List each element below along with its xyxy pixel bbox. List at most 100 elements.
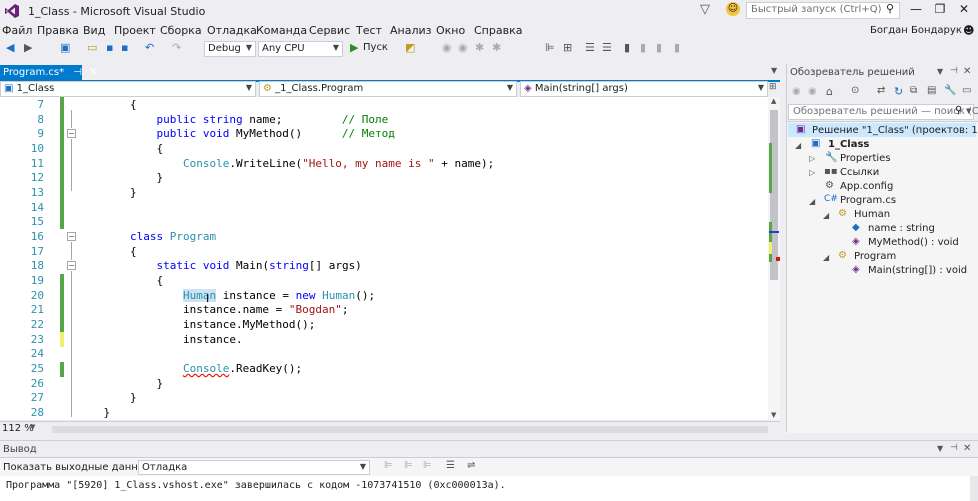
expanded-arrow-icon[interactable]: ◢ <box>809 197 815 206</box>
panel-pin-icon[interactable]: ⊣ <box>950 443 958 453</box>
step-into-icon[interactable]: ✱ <box>492 41 501 54</box>
chevron-down-icon[interactable]: ▼ <box>966 107 971 115</box>
pin-icon[interactable]: ⊣ <box>73 67 82 78</box>
pending-changes-icon[interactable]: ⇄ <box>877 85 885 96</box>
tree-item-method-main[interactable]: Main(string[]) : void <box>868 265 967 276</box>
menu-edit[interactable]: Правка <box>37 24 79 37</box>
undo-icon[interactable]: ↶ <box>145 41 154 54</box>
collapse-toggle[interactable]: − <box>67 232 76 241</box>
preview-icon[interactable]: ▭ <box>962 85 971 96</box>
config-dropdown[interactable]: Debug ▼ <box>204 41 256 57</box>
close-button[interactable]: ✕ <box>952 2 976 18</box>
expanded-arrow-icon[interactable]: ◢ <box>823 253 829 262</box>
menu-help[interactable]: Справка <box>474 24 522 37</box>
collapse-toggle[interactable]: − <box>67 129 76 138</box>
tree-item-program[interactable]: Program <box>854 251 896 262</box>
open-file-icon[interactable]: ▭ <box>87 41 97 54</box>
menu-project[interactable]: Проект <box>114 24 156 37</box>
comment-icon[interactable]: ☰ <box>585 41 595 54</box>
menu-team[interactable]: Команда <box>256 24 307 37</box>
properties-icon[interactable]: 🔧 <box>944 85 956 96</box>
bookmark-icon[interactable]: ▮ <box>624 41 630 54</box>
quick-launch-input[interactable]: Быстрый запуск (Ctrl+Q) <box>746 2 900 19</box>
menu-window[interactable]: Окно <box>436 24 465 37</box>
next-message-icon[interactable]: ⊫ <box>423 460 432 471</box>
notification-flag-icon[interactable]: ▽ <box>700 2 710 17</box>
expanded-arrow-icon[interactable]: ◢ <box>823 211 829 220</box>
member-nav-dropdown[interactable]: ◈ Main(string[] args) ▼ <box>520 81 768 97</box>
back-icon[interactable]: ◀ <box>6 41 14 54</box>
tree-item-field-name[interactable]: name : string <box>868 223 935 234</box>
bookmark-prev-icon[interactable]: ▮ <box>640 41 646 54</box>
solution-search-input[interactable]: Обозреватель решений — поиск (Ctrl <box>788 104 978 120</box>
refresh-icon[interactable]: ↻ <box>894 85 903 98</box>
forward-icon[interactable]: ◉ <box>808 86 817 97</box>
panel-options-icon[interactable]: ▼ <box>937 444 943 453</box>
menu-build[interactable]: Сборка <box>160 24 202 37</box>
tree-item-project[interactable]: 1_Class <box>828 139 869 150</box>
home-icon[interactable]: ⌂ <box>826 85 833 98</box>
step-over-icon[interactable]: ✱ <box>475 41 484 54</box>
start-button[interactable]: Пуск <box>363 42 388 53</box>
tree-item-method-mymethod[interactable]: MyMethod() : void <box>868 237 959 248</box>
prev-message-icon[interactable]: ⊫ <box>404 460 413 471</box>
tree-item-program-cs[interactable]: Program.cs <box>840 195 896 206</box>
step-icon[interactable]: ◉ <box>458 41 468 54</box>
collapsed-arrow-icon[interactable]: ▷ <box>809 154 815 163</box>
split-window-icon[interactable]: ⊞ <box>769 82 777 92</box>
save-icon[interactable]: ▪ <box>106 41 113 54</box>
user-account-name[interactable]: Богдан Бондарук <box>870 25 962 36</box>
maximize-button[interactable]: ❐ <box>928 2 952 18</box>
bookmark-clear-icon[interactable]: ▮ <box>674 41 680 54</box>
panel-close-icon[interactable]: ✕ <box>963 66 971 77</box>
format-icon[interactable]: ⊫ <box>545 41 555 54</box>
sync-icon[interactable]: ⊙ <box>851 85 859 96</box>
output-vertical-scrollbar[interactable] <box>970 476 978 501</box>
tab-list-chevron-icon[interactable]: ▼ <box>771 66 777 75</box>
panel-close-icon[interactable]: ✕ <box>963 443 971 454</box>
zoom-level[interactable]: 112 % <box>2 423 34 434</box>
collapse-all-icon[interactable]: ⧉ <box>910 85 917 96</box>
platform-dropdown[interactable]: Any CPU ▼ <box>258 41 343 57</box>
expanded-arrow-icon[interactable]: ◢ <box>795 141 801 150</box>
tab-close-icon[interactable]: ✕ <box>89 67 97 78</box>
output-source-dropdown[interactable]: Отладка ▼ <box>138 460 370 475</box>
class-nav-dropdown[interactable]: ⚙ _1_Class.Program ▼ <box>259 81 517 97</box>
menu-tools[interactable]: Сервис <box>309 24 350 37</box>
tree-item-app-config[interactable]: App.config <box>840 181 893 192</box>
browser-link-icon[interactable]: ◩ <box>405 41 415 54</box>
save-all-icon[interactable]: ▪ <box>121 41 128 54</box>
back-icon[interactable]: ◉ <box>792 86 801 97</box>
menu-debug[interactable]: Отладка <box>207 24 257 37</box>
horizontal-scrollbar[interactable] <box>52 426 768 433</box>
find-message-icon[interactable]: ⊫ <box>384 460 393 471</box>
menu-view[interactable]: Вид <box>83 24 105 37</box>
start-icon[interactable]: ▶ <box>350 41 358 54</box>
panel-options-icon[interactable]: ▼ <box>937 67 943 76</box>
feedback-smiley-icon[interactable]: ☺ <box>726 2 740 16</box>
scroll-down-icon[interactable]: ▼ <box>771 411 776 419</box>
tree-item-properties[interactable]: Properties <box>840 153 891 164</box>
scroll-up-icon[interactable]: ▲ <box>771 97 776 105</box>
new-project-icon[interactable]: ▣ <box>60 41 70 54</box>
account-avatar-icon[interactable]: ☻ <box>963 24 974 37</box>
clear-all-icon[interactable]: ☰ <box>446 460 455 471</box>
show-all-files-icon[interactable]: ▤ <box>927 85 936 96</box>
bookmark-next-icon[interactable]: ▮ <box>656 41 662 54</box>
forward-icon[interactable]: ▶ <box>24 41 32 54</box>
panel-pin-icon[interactable]: ⊣ <box>950 66 958 76</box>
project-nav-dropdown[interactable]: ▣ 1_Class ▼ <box>0 81 256 97</box>
tree-item-references[interactable]: Ссылки <box>840 167 879 178</box>
tree-item-human[interactable]: Human <box>854 209 890 220</box>
breakpoint-icon[interactable]: ◉ <box>442 41 452 54</box>
word-wrap-icon[interactable]: ⇌ <box>467 460 475 471</box>
menu-analyze[interactable]: Анализ <box>390 24 432 37</box>
menu-test[interactable]: Тест <box>356 24 382 37</box>
tab-program-cs[interactable]: Program.cs* ⊣ ✕ <box>0 65 98 81</box>
indent-icon[interactable]: ⊞ <box>563 41 572 54</box>
uncomment-icon[interactable]: ☰ <box>602 41 612 54</box>
menu-file[interactable]: Файл <box>2 24 32 37</box>
collapse-toggle[interactable]: − <box>67 261 76 270</box>
chevron-down-icon[interactable]: ▼ <box>30 423 35 431</box>
redo-icon[interactable]: ↷ <box>172 41 181 54</box>
